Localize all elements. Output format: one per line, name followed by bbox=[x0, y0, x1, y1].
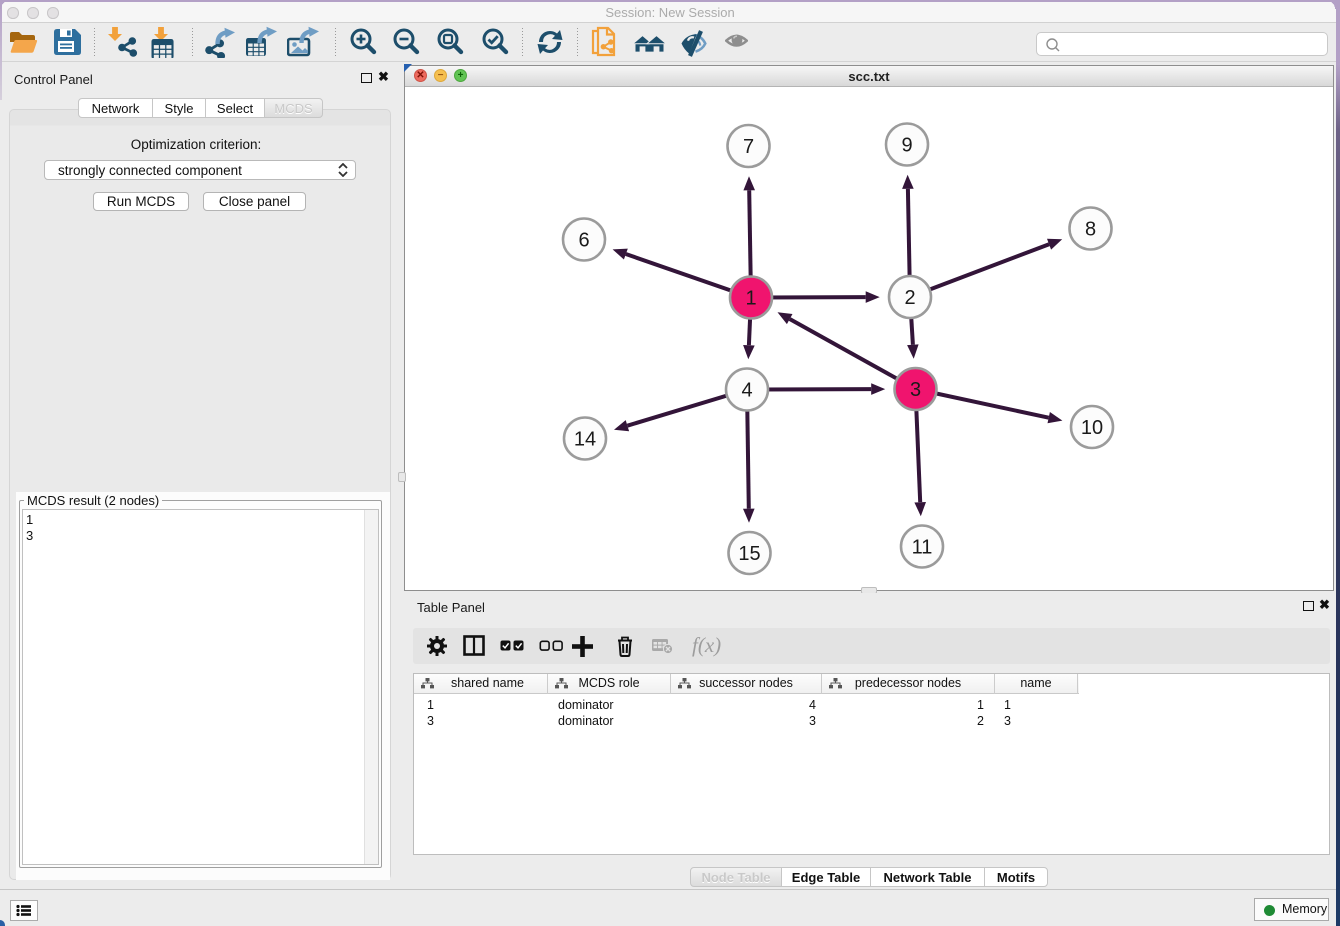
svg-text:3: 3 bbox=[910, 379, 921, 401]
svg-text:7: 7 bbox=[743, 136, 754, 158]
svg-text:1: 1 bbox=[745, 288, 756, 310]
svg-text:4: 4 bbox=[741, 380, 752, 402]
svg-text:15: 15 bbox=[738, 543, 760, 565]
svg-text:9: 9 bbox=[901, 135, 912, 157]
svg-text:14: 14 bbox=[574, 429, 596, 451]
svg-text:2: 2 bbox=[904, 287, 915, 309]
svg-text:11: 11 bbox=[912, 537, 933, 559]
svg-text:6: 6 bbox=[578, 230, 589, 252]
svg-text:10: 10 bbox=[1081, 417, 1103, 439]
svg-text:8: 8 bbox=[1085, 219, 1096, 241]
